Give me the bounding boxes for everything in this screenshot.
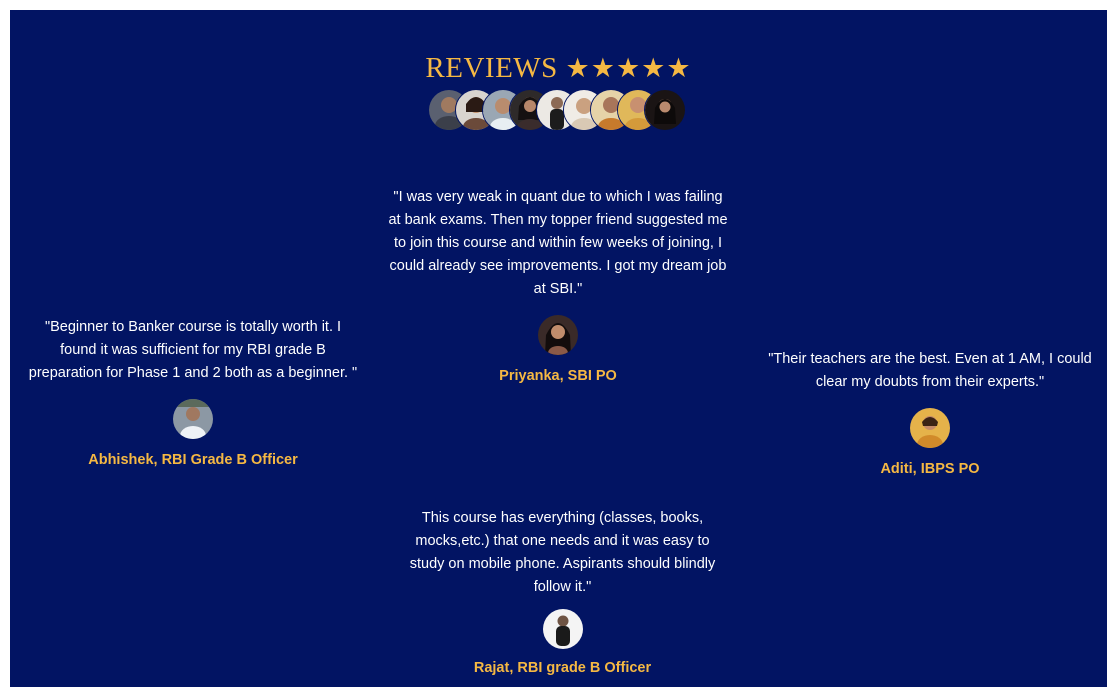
reviews-section: REVIEWS ★★★★★ "I was very weak in quant … bbox=[10, 10, 1107, 687]
review-quote: "I was very weak in quant due to which I… bbox=[388, 189, 728, 297]
reviewer-name: Rajat, RBI grade B Officer bbox=[473, 660, 652, 676]
review-card-priyanka: "I was very weak in quant due to which I… bbox=[388, 186, 728, 388]
review-quote: This course has everything (classes, boo… bbox=[409, 510, 716, 595]
reviewer-avatar bbox=[644, 89, 686, 131]
reviewer-name: Abhishek, RBI Grade B Officer bbox=[88, 452, 298, 468]
review-card-rajat: This course has everything (classes, boo… bbox=[405, 507, 720, 680]
review-quote: "Beginner to Banker course is totally wo… bbox=[28, 319, 358, 381]
reviewer-photo bbox=[173, 399, 213, 439]
star-rating-icon: ★★★★★ bbox=[565, 53, 692, 84]
reviewer-name: Aditi, IBPS PO bbox=[880, 461, 980, 477]
reviews-title: REVIEWS bbox=[425, 52, 558, 84]
reviewer-photo bbox=[538, 315, 578, 355]
reviews-heading: REVIEWS ★★★★★ bbox=[10, 50, 1107, 87]
review-card-aditi: "Their teachers are the best. Even at 1 … bbox=[760, 348, 1100, 481]
review-quote: "Their teachers are the best. Even at 1 … bbox=[768, 351, 1092, 390]
reviewer-photo bbox=[910, 408, 950, 448]
reviewer-name: Priyanka, SBI PO bbox=[499, 368, 617, 384]
review-card-abhishek: "Beginner to Banker course is totally wo… bbox=[28, 316, 358, 472]
reviewer-avatar-strip bbox=[428, 89, 708, 131]
reviewer-photo bbox=[542, 609, 583, 649]
